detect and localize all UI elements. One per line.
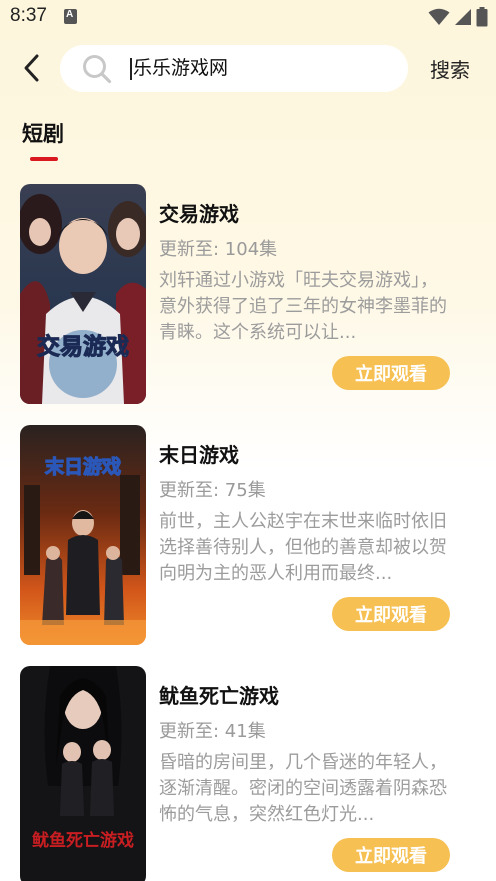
episode-count: 更新至: 41集 xyxy=(159,721,266,742)
drama-cover-image[interactable]: 末日游戏 xyxy=(20,425,146,645)
cover-title-text: 末日游戏 xyxy=(45,455,121,478)
list-item[interactable]: 末日游戏 末日游戏 更新至: 75集 前世，主人公赵宇在末世来临时依旧选择善待别… xyxy=(0,425,496,647)
cover-title-text: 交易游戏 xyxy=(37,333,129,360)
back-button[interactable] xyxy=(14,50,48,86)
drama-description: 刘轩通过小游戏「旺夫交易游戏」，意外获得了追了三年的女神李墨菲的青睐。这个系统可… xyxy=(159,270,447,343)
list-item[interactable]: 鱿鱼死亡游戏 鱿鱼死亡游戏 更新至: 41集 昏暗的房间里，几个昏迷的年轻人，逐… xyxy=(0,666,496,881)
text-cursor xyxy=(130,58,132,80)
drama-cover-image[interactable]: 交易游戏 xyxy=(20,184,146,404)
chevron-left-icon xyxy=(24,54,39,82)
drama-title[interactable]: 鱿鱼死亡游戏 xyxy=(159,680,279,709)
episode-count: 更新至: 104集 xyxy=(159,239,278,260)
battery-icon xyxy=(476,7,488,27)
status-bar: 8:37 xyxy=(0,0,496,34)
system-icons xyxy=(428,6,488,28)
drama-cover-image[interactable]: 鱿鱼死亡游戏 xyxy=(20,666,146,881)
notification-a-icon xyxy=(64,9,77,24)
episode-count: 更新至: 75集 xyxy=(159,480,266,501)
list-item[interactable]: 交易游戏 交易游戏 更新至: 104集 刘轩通过小游戏「旺夫交易游戏」，意外获得… xyxy=(0,184,496,406)
watch-now-button[interactable]: 立即观看 xyxy=(332,356,450,390)
search-icon xyxy=(83,55,112,84)
wifi-icon xyxy=(428,8,450,25)
drama-title[interactable]: 末日游戏 xyxy=(159,439,239,468)
drama-description: 前世，主人公赵宇在末世来临时依旧选择善待别人，但他的善意却被以贺向明为主的恶人利… xyxy=(159,511,447,584)
status-time: 8:37 xyxy=(10,5,47,26)
search-input[interactable]: 乐乐游戏网 xyxy=(60,45,408,92)
cover-title-text: 鱿鱼死亡游戏 xyxy=(32,830,134,851)
watch-now-button[interactable]: 立即观看 xyxy=(332,838,450,872)
tab-active-indicator xyxy=(30,157,58,161)
tab-short-drama[interactable]: 短剧 xyxy=(22,118,64,148)
drama-title[interactable]: 交易游戏 xyxy=(159,198,239,227)
cellular-signal-icon xyxy=(455,9,471,25)
drama-description: 昏暗的房间里，几个昏迷的年轻人，逐渐清醒。密闭的空间透露着阴森恐怖的气息，突然红… xyxy=(159,752,447,825)
search-value: 乐乐游戏网 xyxy=(133,57,229,79)
watch-now-button[interactable]: 立即观看 xyxy=(332,597,450,631)
search-button[interactable]: 搜索 xyxy=(430,54,470,83)
